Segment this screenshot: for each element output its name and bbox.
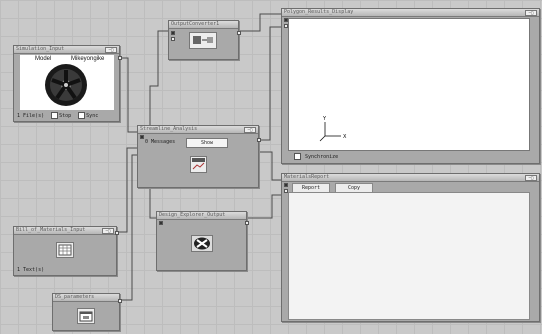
- node-title: Polygon_Results_Display: [284, 9, 354, 15]
- chart-glyph: [192, 158, 205, 170]
- input-port[interactable]: [171, 31, 175, 35]
- table-glyph: [58, 244, 72, 256]
- folder-window-glyph: [79, 311, 93, 322]
- simulation-preview: Model Mikeyongike: [20, 55, 114, 110]
- stop-checkbox[interactable]: [51, 112, 59, 119]
- node-title: Design_Explorer_Output: [159, 212, 226, 218]
- node-title-bar[interactable]: Polygon_Results_Display –□: [282, 9, 539, 17]
- design-explorer-output-node[interactable]: Design_Explorer_Output: [156, 211, 249, 271]
- node-title: Bill_of_Materials_Input: [16, 227, 86, 233]
- node-menu-button[interactable]: –□: [525, 10, 537, 16]
- report-text-area[interactable]: [288, 192, 530, 320]
- bill-of-materials-input-node[interactable]: Bill_of_Materials_Input –□ 1 Text(s): [13, 226, 119, 276]
- simulation-input-node[interactable]: Simulation_Input –□ Model Mikeyongike 1 …: [13, 45, 122, 122]
- show-button[interactable]: Show: [186, 138, 228, 148]
- node-title: OutputConverter1: [171, 21, 220, 27]
- node-title-bar[interactable]: Streamline_Analysis –□: [138, 126, 258, 134]
- node-title-bar[interactable]: MaterialsReport –□: [282, 174, 539, 182]
- design-explorer-glyph: [194, 237, 210, 250]
- converter-glyph: [193, 36, 213, 44]
- node-menu-button[interactable]: –□: [105, 47, 117, 53]
- design-explorer-icon[interactable]: [191, 235, 213, 252]
- wheel-icon: [45, 64, 87, 106]
- workflow-canvas[interactable]: Simulation_Input –□ Model Mikeyongike 1 …: [0, 0, 542, 334]
- synchronize-label: Synchronize: [305, 154, 339, 160]
- text-count: 1 Text(s): [17, 267, 45, 273]
- stop-label: Stop: [59, 113, 72, 119]
- wire-stream-to-report: [259, 151, 281, 181]
- sync-checkbox[interactable]: [78, 112, 86, 119]
- node-menu-button[interactable]: –□: [525, 175, 537, 181]
- synchronize-checkbox[interactable]: [294, 153, 301, 160]
- node-title-bar[interactable]: Design_Explorer_Output: [157, 212, 246, 220]
- output-port[interactable]: [118, 56, 122, 60]
- node-title-bar[interactable]: Simulation_Input –□: [14, 46, 119, 54]
- node-title: Simulation_Input: [16, 46, 65, 52]
- node-title: MaterialsReport: [284, 174, 330, 180]
- axis-x-label: X: [343, 134, 347, 140]
- wire-sim-to-stream: [120, 57, 137, 133]
- input-port[interactable]: [284, 183, 288, 187]
- node-menu-button[interactable]: –□: [244, 127, 256, 133]
- node-title: Streamline_Analysis: [140, 126, 198, 132]
- output-port[interactable]: [237, 31, 241, 35]
- messages-label: 0 Messages: [145, 139, 176, 145]
- wire-stream-to-conv: [149, 30, 168, 125]
- polygon-results-display-node[interactable]: Polygon_Results_Display –□ Y X Synchroni…: [281, 8, 540, 164]
- wire-ds-to-stream: [120, 154, 137, 301]
- input-port[interactable]: [159, 221, 163, 225]
- node-title-bar[interactable]: DS_parameters: [53, 294, 119, 302]
- converter-icon[interactable]: [189, 32, 217, 49]
- synchronize-row: Synchronize: [294, 153, 338, 161]
- streamline-analysis-node[interactable]: Streamline_Analysis –□ 0 Messages Show: [137, 125, 261, 188]
- node-title: DS_parameters: [55, 294, 95, 300]
- wire-stream-to-poly: [259, 26, 281, 141]
- input-port[interactable]: [140, 135, 144, 139]
- output-port[interactable]: [257, 138, 261, 142]
- sync-label: Sync: [86, 113, 99, 119]
- node-title-bar[interactable]: Bill_of_Materials_Input –□: [14, 227, 116, 235]
- chart-icon[interactable]: [190, 156, 207, 173]
- node-footer: 1 File(s) Stop Sync: [14, 112, 119, 121]
- node-menu-button[interactable]: –□: [102, 228, 114, 234]
- output-converter-node[interactable]: OutputConverter1: [168, 20, 241, 60]
- folder-window-icon[interactable]: [77, 308, 95, 324]
- axis-y-label: Y: [322, 116, 327, 122]
- wire-bom-to-stream: [117, 147, 137, 233]
- wire-design-to-report: [247, 194, 281, 219]
- output-port[interactable]: [118, 299, 122, 303]
- output-port[interactable]: [115, 231, 119, 235]
- input-port-2[interactable]: [171, 37, 175, 41]
- node-footer: 1 Text(s): [14, 266, 116, 275]
- materials-report-node[interactable]: MaterialsReport –□ Report Copy: [281, 173, 540, 322]
- 3d-viewport[interactable]: Y X: [288, 18, 530, 151]
- table-icon[interactable]: [56, 242, 74, 258]
- axis-triad-icon: Y X: [319, 116, 347, 142]
- file-count: 1 File(s): [17, 113, 45, 119]
- output-port[interactable]: [245, 221, 249, 225]
- ds-parameters-node[interactable]: DS_parameters: [52, 293, 122, 331]
- node-title-bar[interactable]: OutputConverter1: [169, 21, 238, 29]
- wire-conv-to-poly: [239, 13, 281, 32]
